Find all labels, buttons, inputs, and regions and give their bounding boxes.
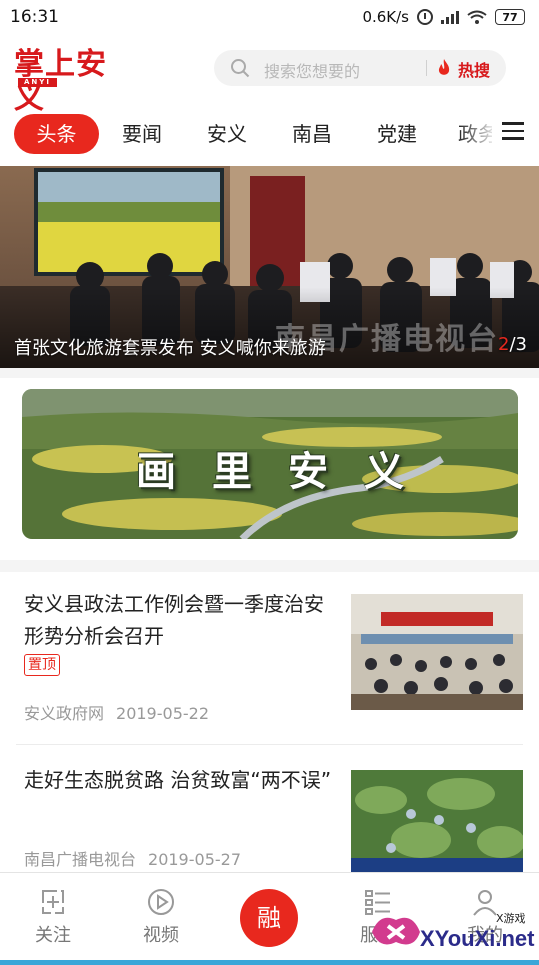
bottom-accent-line [0,960,539,965]
news-date: 2019-05-27 [148,850,241,869]
news-title: 走好生态脱贫路 治贫致富“两不误” [24,768,332,792]
news-meta: 南昌广播电视台 2019-05-27 [24,846,241,870]
news-title: 安义县政法工作例会暨一季度治安形势分析会召开 [24,592,324,648]
banner-page-current: 2 [498,334,510,355]
fusion-button[interactable]: 融 [240,889,298,947]
news-meta: 安义政府网 2019-05-22 [24,700,209,724]
watermark-site-text: XYouXi.net [420,926,535,951]
battery-icon: 77 [495,9,525,25]
nav-follow-label: 关注 [35,925,71,946]
news-source: 南昌广播电视台 [24,850,137,869]
banner-page-indicator: 2/3 [498,334,527,355]
news-item[interactable]: 安义县政法工作例会暨一季度治安形势分析会召开 置顶 安义政府网 2019-05-2… [16,588,523,738]
net-speed: 0.6K/s [362,8,409,26]
thumbnail-image [351,594,523,710]
news-thumbnail [351,770,523,872]
search-divider [426,60,427,76]
thumbnail-image [351,770,523,872]
status-bar: 16:31 0.6K/s 77 [0,0,539,34]
alarm-icon [417,9,433,25]
news-item[interactable]: 走好生态脱贫路 治贫致富“两不误” 南昌广播电视台 2019-05-27 [16,764,523,872]
news-separator [16,744,523,745]
search-bar[interactable]: 搜索您想要的 热搜 [214,50,506,86]
tab-nanchang[interactable]: 南昌 [286,114,338,154]
section-divider [0,368,539,378]
banner-caption: 首张文化旅游套票发布 安义喊你来旅游 [14,338,326,359]
tab-headlines[interactable]: 头条 [14,114,99,154]
tabs-fade [458,108,498,158]
signal-icon [441,10,459,24]
banner-carousel[interactable]: 南昌广播电视台 首张文化旅游套票发布 安义喊你来旅游 2/3 [0,166,539,368]
news-source: 安义政府网 [24,704,105,723]
channel-tabs: 头条 要闻 安义 南昌 党建 政务 [0,108,539,158]
app-header: 掌上安义 ANYI 搜索您想要的 热搜 [0,40,539,116]
promo-banner[interactable]: 画里安义 [22,389,518,539]
tab-news[interactable]: 要闻 [116,114,168,154]
promo-title: 画里安义 [136,448,440,495]
follow-icon [42,890,64,914]
news-date: 2019-05-22 [116,704,209,723]
logo-subtext: ANYI [18,78,57,87]
status-icons: 0.6K/s 77 [362,8,525,26]
nav-video[interactable]: 视频 [126,887,196,947]
nav-video-label: 视频 [143,925,179,946]
app-logo[interactable]: 掌上安义 ANYI [14,48,134,116]
channel-menu-icon[interactable] [502,122,524,140]
watermark-small-text: X游戏 [496,912,526,925]
app-screen: 16:31 0.6K/s 77 掌上安义 ANYI 搜索您想要的 热搜 头条 要… [0,0,539,965]
wifi-icon [467,10,487,24]
video-play-icon [148,889,174,915]
nav-follow[interactable]: 关注 [18,887,88,947]
search-placeholder: 搜索您想要的 [264,62,361,81]
news-thumbnail [351,594,523,710]
tab-anyi[interactable]: 安义 [201,114,253,154]
banner-page-total: /3 [509,334,527,355]
status-time: 16:31 [10,7,59,27]
tab-party[interactable]: 党建 [371,114,423,154]
search-icon [231,59,250,78]
flame-icon [438,59,450,75]
hot-search-button[interactable]: 热搜 [458,57,490,81]
pinned-badge: 置顶 [24,654,60,676]
section-divider-2 [0,560,539,572]
